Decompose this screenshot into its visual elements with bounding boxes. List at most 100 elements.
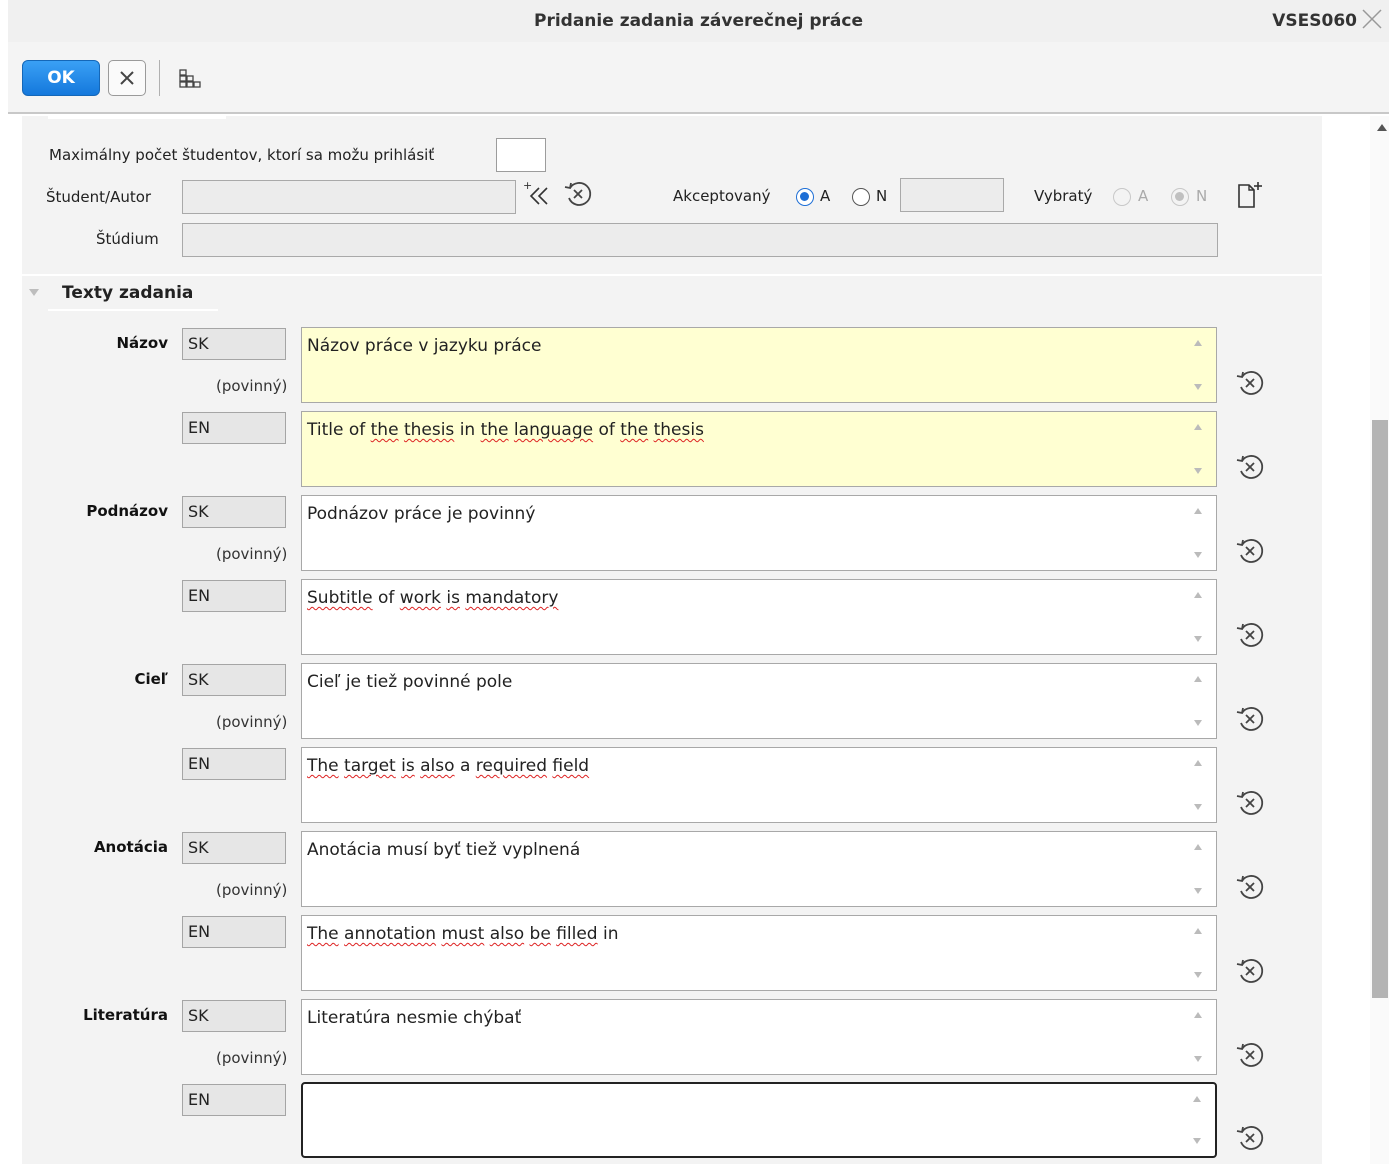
cancel-x-icon xyxy=(120,71,134,85)
study-input[interactable] xyxy=(182,223,1218,257)
cancel-button[interactable] xyxy=(108,60,146,96)
lang-en: EN xyxy=(182,916,286,948)
lang-sk: SK xyxy=(182,496,286,528)
textarea-nazov-en[interactable]: Title of the thesis in the language of t… xyxy=(301,411,1217,487)
reset-icon[interactable] xyxy=(1234,1039,1266,1071)
scroll-up-icon[interactable] xyxy=(1193,1096,1201,1102)
textarea-nazov-sk[interactable]: Názov práce v jazyku práce xyxy=(301,327,1217,403)
new-document-icon[interactable] xyxy=(1235,180,1265,210)
scroll-down-icon[interactable] xyxy=(1194,804,1202,810)
scroll-down-icon[interactable] xyxy=(1194,468,1202,474)
reset-icon[interactable] xyxy=(1234,955,1266,987)
textarea-literatura-sk[interactable]: Literatúra nesmie chýbať xyxy=(301,999,1217,1075)
required-hint: (povinný) xyxy=(216,377,288,395)
toolbar-separator xyxy=(159,60,160,96)
title-bar: Pridanie zadania záverečnej práce VSES06… xyxy=(8,0,1389,42)
lang-en: EN xyxy=(182,412,286,444)
reset-icon[interactable] xyxy=(1234,787,1266,819)
accepted-radio-n-label: N xyxy=(876,187,888,205)
accepted-radio-a[interactable] xyxy=(796,188,814,206)
selected-radio-a xyxy=(1113,188,1131,206)
reset-icon[interactable] xyxy=(1234,367,1266,399)
section-title: Texty zadania xyxy=(62,283,194,303)
required-hint: (povinný) xyxy=(216,1049,288,1067)
ok-button[interactable]: OK xyxy=(22,60,100,96)
textarea-podnazov-sk[interactable]: Podnázov práce je povinný xyxy=(301,495,1217,571)
required-hint: (povinný) xyxy=(216,881,288,899)
scroll-up-icon[interactable] xyxy=(1194,424,1202,430)
section-divider xyxy=(22,274,1322,276)
scroll-down-icon[interactable] xyxy=(1194,552,1202,558)
accepted-radio-n[interactable] xyxy=(852,188,870,206)
student-reset-icon[interactable] xyxy=(562,178,594,210)
textarea-literatura-en[interactable] xyxy=(301,1082,1217,1158)
lang-en: EN xyxy=(182,1084,286,1116)
scroll-up-icon[interactable] xyxy=(1194,592,1202,598)
textarea-text: Názov práce v jazyku práce xyxy=(307,336,542,356)
textarea-ciel-sk[interactable]: Cieľ je tiež povinné pole xyxy=(301,663,1217,739)
panel-divider xyxy=(48,116,226,119)
field-label-literatura: Literatúra xyxy=(83,1006,168,1024)
field-label-podnazov: Podnázov xyxy=(86,502,168,520)
scroll-up-icon[interactable] xyxy=(1194,844,1202,850)
textarea-anotacia-sk[interactable]: Anotácia musí byť tiež vyplnená xyxy=(301,831,1217,907)
scroll-down-icon[interactable] xyxy=(1193,1138,1201,1144)
textarea-text: Title of the thesis in the language of t… xyxy=(307,420,704,440)
lang-sk: SK xyxy=(182,1000,286,1032)
accepted-extra-input[interactable] xyxy=(900,178,1004,212)
scroll-down-icon[interactable] xyxy=(1194,636,1202,642)
reset-icon[interactable] xyxy=(1234,1122,1266,1154)
reset-icon[interactable] xyxy=(1234,451,1266,483)
selected-radio-n xyxy=(1171,188,1189,206)
max-students-input[interactable] xyxy=(496,138,546,172)
lang-en: EN xyxy=(182,748,286,780)
reset-icon[interactable] xyxy=(1234,871,1266,903)
scroll-up-icon[interactable] xyxy=(1194,928,1202,934)
reset-icon[interactable] xyxy=(1234,619,1266,651)
scroll-up-icon[interactable] xyxy=(1194,760,1202,766)
section-title-underline xyxy=(48,309,218,311)
selected-radio-a-label: A xyxy=(1138,187,1149,205)
scroll-up-icon[interactable] xyxy=(1194,340,1202,346)
selected-radio-n-label: N xyxy=(1196,187,1208,205)
student-label: Študent/Autor xyxy=(46,188,152,206)
textarea-podnazov-en[interactable]: Subtitle of work is mandatory xyxy=(301,579,1217,655)
scrollbar-thumb[interactable] xyxy=(1372,420,1388,998)
textarea-text: The annotation must also be filled in xyxy=(307,924,619,944)
required-hint: (povinný) xyxy=(216,713,288,731)
textarea-text: Subtitle of work is mandatory xyxy=(307,588,559,608)
scroll-down-icon[interactable] xyxy=(1194,1056,1202,1062)
textarea-text: Podnázov práce je povinný xyxy=(307,504,536,524)
scroll-up-icon[interactable] xyxy=(1194,508,1202,514)
student-input[interactable] xyxy=(182,180,516,214)
close-icon[interactable] xyxy=(1359,6,1385,32)
textarea-text: Cieľ je tiež povinné pole xyxy=(307,672,513,692)
reset-icon[interactable] xyxy=(1234,535,1266,567)
scroll-up-icon[interactable] xyxy=(1194,676,1202,682)
reset-icon[interactable] xyxy=(1234,703,1266,735)
collapse-triangle-icon[interactable] xyxy=(28,288,40,298)
scroll-up-icon[interactable] xyxy=(1194,1012,1202,1018)
scroll-down-icon[interactable] xyxy=(1194,972,1202,978)
scroll-down-icon[interactable] xyxy=(1194,384,1202,390)
scroll-down-icon[interactable] xyxy=(1194,720,1202,726)
window-title: Pridanie zadania záverečnej práce xyxy=(534,11,863,31)
lang-en: EN xyxy=(182,580,286,612)
required-hint: (povinný) xyxy=(216,545,288,563)
textarea-anotacia-en[interactable]: The annotation must also be filled in xyxy=(301,915,1217,991)
scroll-down-icon[interactable] xyxy=(1194,888,1202,894)
textarea-text: The target is also a required field xyxy=(307,756,590,776)
add-from-list-icon[interactable]: + xyxy=(523,180,555,210)
accepted-radio-a-label: A xyxy=(820,187,831,205)
textarea-text: Literatúra nesmie chýbať xyxy=(307,1008,522,1028)
lang-sk: SK xyxy=(182,664,286,696)
lang-sk: SK xyxy=(182,328,286,360)
textarea-ciel-en[interactable]: The target is also a required field xyxy=(301,747,1217,823)
grid-layout-icon[interactable] xyxy=(178,66,204,90)
field-label-ciel: Cieľ xyxy=(134,670,168,688)
lang-sk: SK xyxy=(182,832,286,864)
field-label-nazov: Názov xyxy=(116,334,169,352)
study-label: Štúdium xyxy=(96,230,159,248)
window-code: VSES060 xyxy=(1272,11,1357,31)
scrollbar-up-arrow-icon[interactable] xyxy=(1377,124,1387,131)
